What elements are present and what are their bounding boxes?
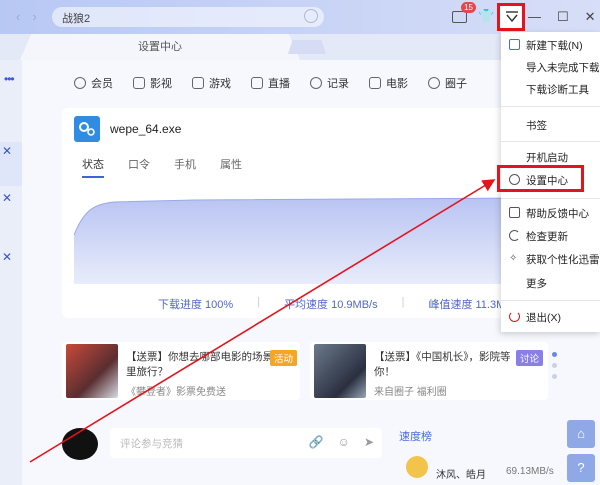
- annotation-arrow: [29, 179, 496, 463]
